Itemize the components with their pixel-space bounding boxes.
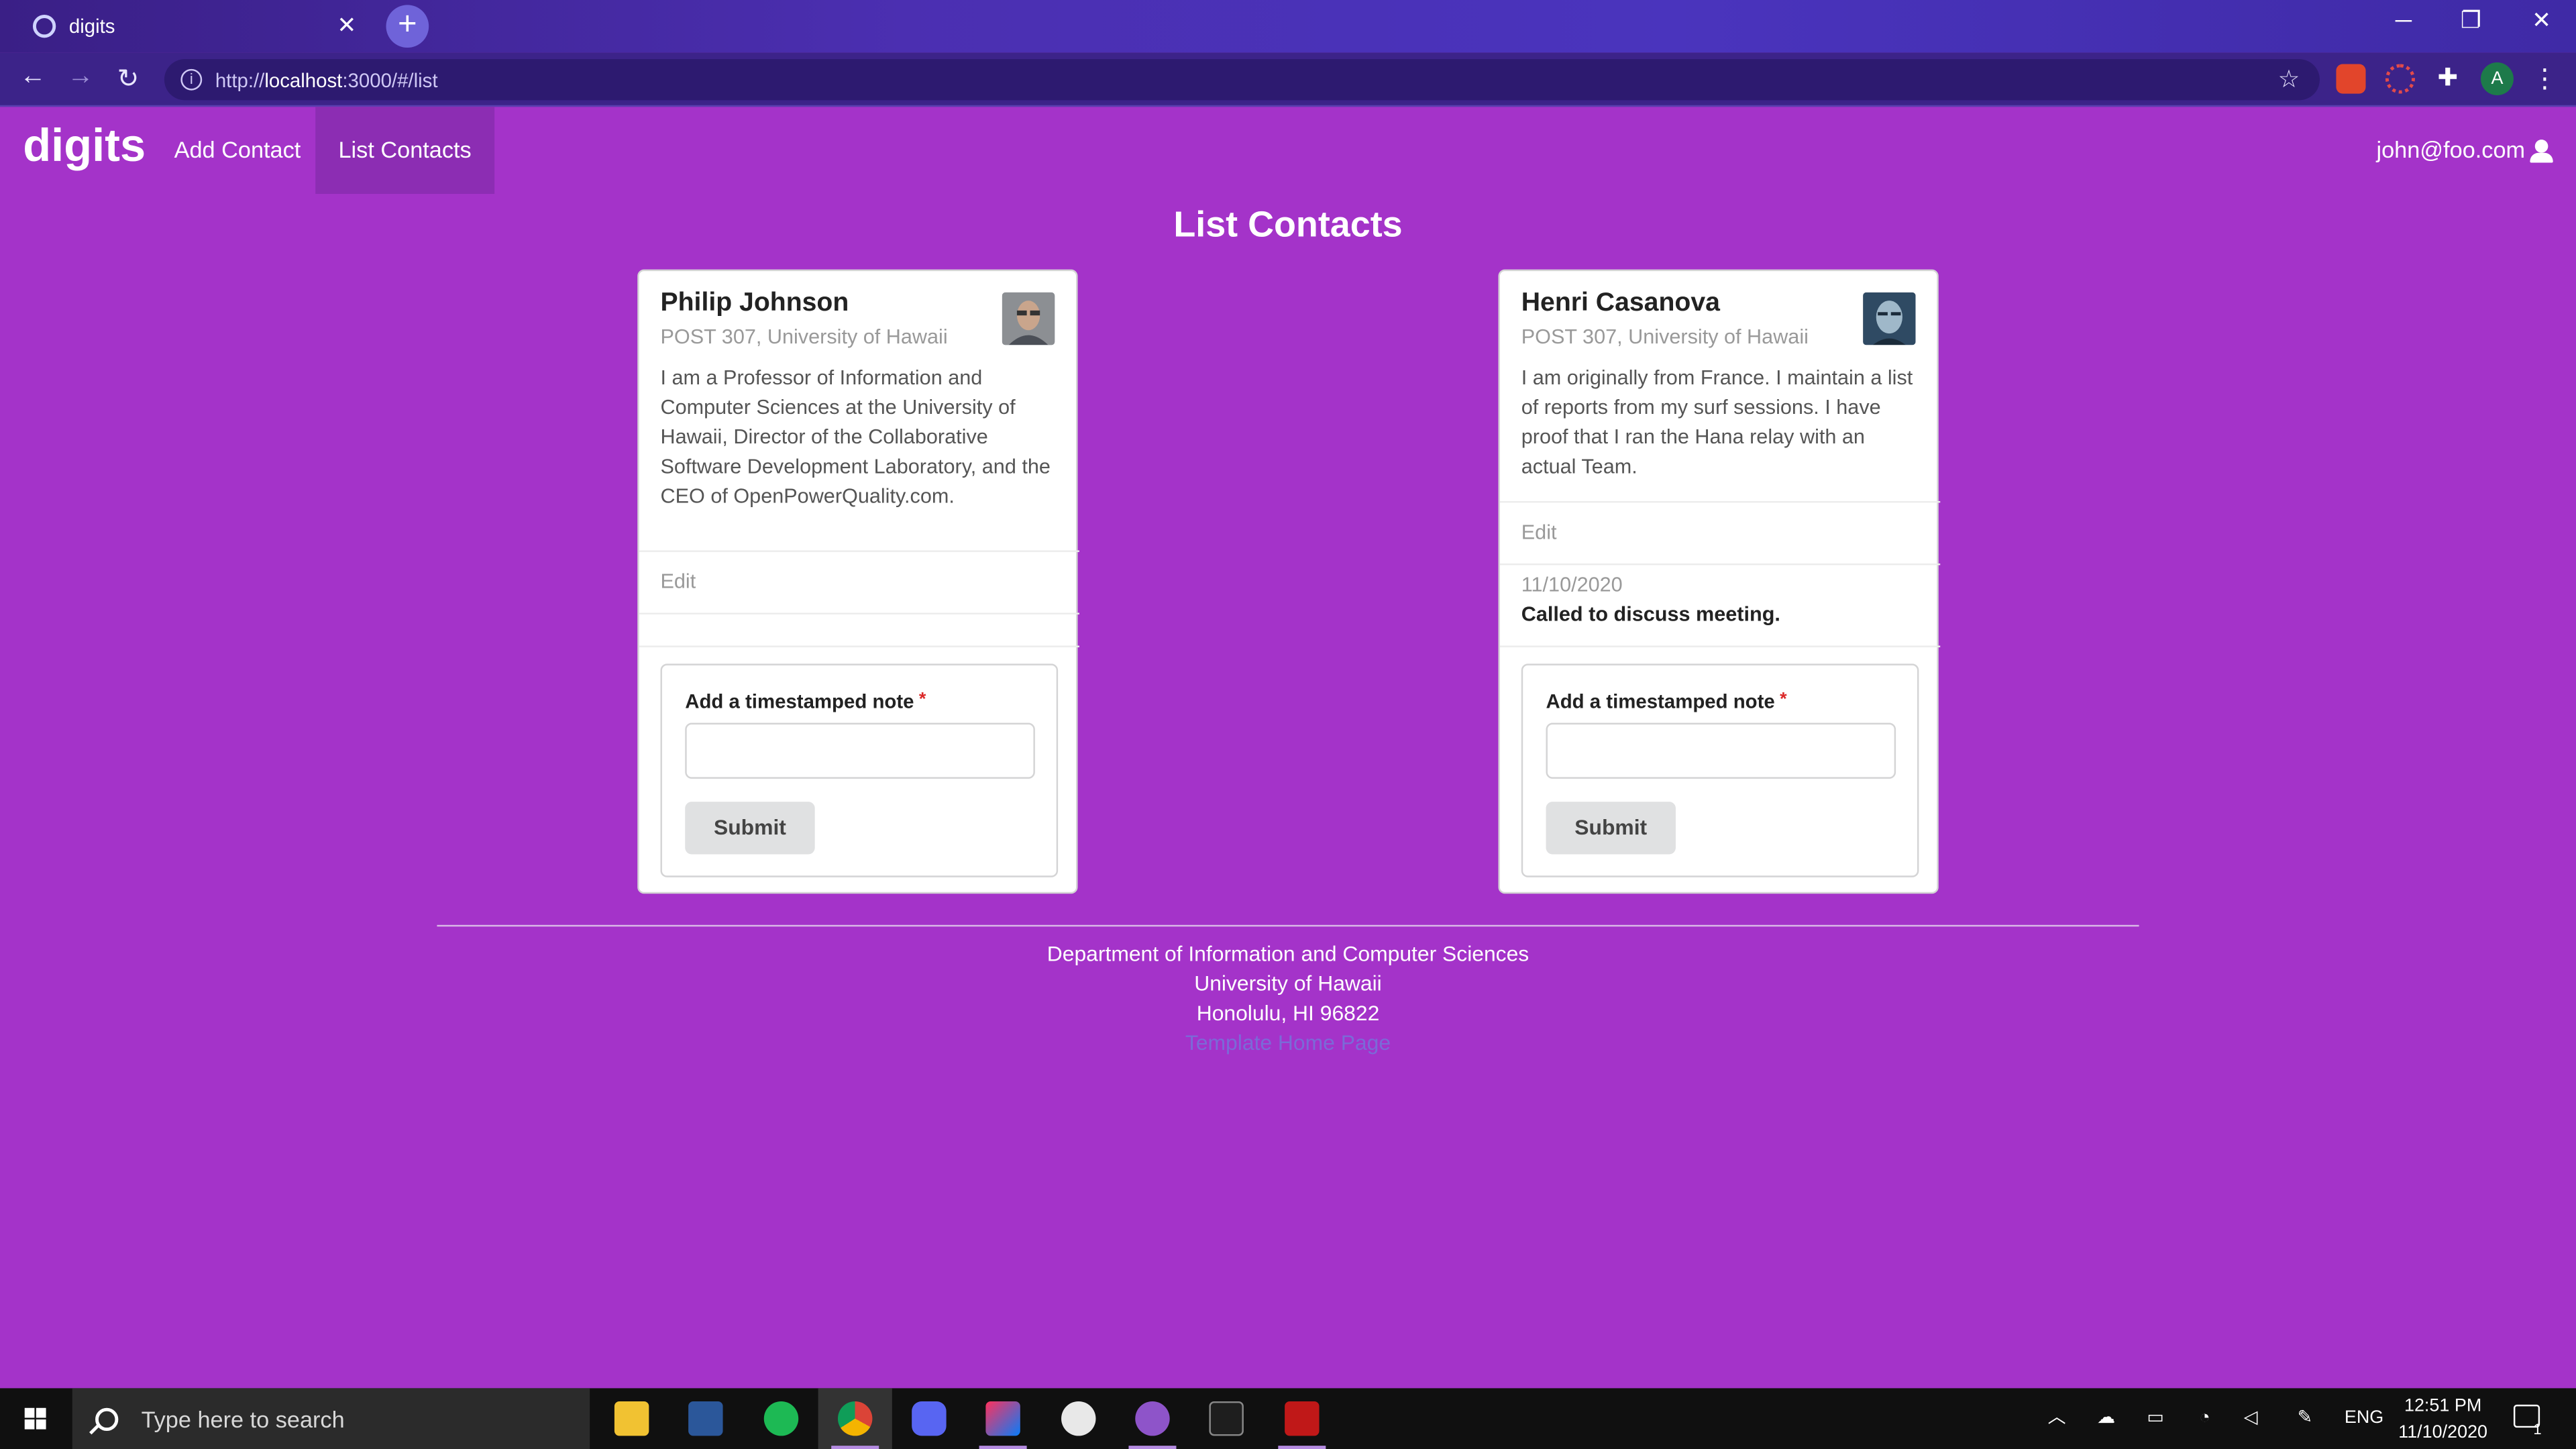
contact-photo bbox=[1863, 292, 1916, 345]
divider bbox=[639, 550, 1079, 552]
brand-logo[interactable]: digits bbox=[23, 120, 146, 172]
contact-address: POST 307, University of Hawaii bbox=[1521, 325, 1809, 349]
app-navbar: digits Add Contact List Contacts john@fo… bbox=[0, 107, 2576, 194]
template-home-link[interactable]: Template Home Page bbox=[0, 1028, 2576, 1058]
divider bbox=[639, 645, 1079, 647]
menu-add-contact[interactable]: Add Contact bbox=[151, 107, 323, 194]
browser-tab[interactable]: digits ✕ bbox=[13, 0, 378, 52]
clock-date: 11/10/2020 bbox=[2398, 1422, 2488, 1443]
url-text: http://localhost:3000/#/list bbox=[215, 68, 438, 91]
windows-logo-icon bbox=[24, 1407, 46, 1430]
close-window-button[interactable]: ✕ bbox=[2518, 7, 2565, 35]
clock-time: 12:51 PM bbox=[2404, 1396, 2482, 1417]
divider bbox=[1499, 564, 1941, 566]
reload-icon[interactable]: ↻ bbox=[110, 62, 146, 95]
wifi-icon[interactable]: ◔ bbox=[2188, 1388, 2221, 1449]
browser-toolbar: ← → ↻ i http://localhost:3000/#/list ☆ ✚ bbox=[0, 52, 2576, 107]
site-info-icon[interactable]: i bbox=[180, 68, 203, 91]
edit-link[interactable]: Edit bbox=[1521, 521, 1557, 543]
taskbar-clock[interactable]: 12:51 PM 11/10/2020 bbox=[2385, 1393, 2500, 1446]
taskbar-app-file-explorer[interactable] bbox=[595, 1388, 669, 1449]
taskbar-app-terminal[interactable] bbox=[1189, 1388, 1263, 1449]
divider bbox=[1499, 645, 1941, 647]
battery-icon[interactable]: ▭ bbox=[2139, 1388, 2172, 1449]
extension-dots-icon[interactable] bbox=[2385, 64, 2416, 94]
pen-icon[interactable]: ✎ bbox=[2288, 1388, 2321, 1449]
edit-link[interactable]: Edit bbox=[660, 570, 696, 593]
new-tab-button[interactable]: + bbox=[386, 5, 429, 48]
volume-icon[interactable]: ◁ bbox=[2235, 1388, 2267, 1449]
footer-city: Honolulu, HI 96822 bbox=[1196, 1000, 1380, 1026]
contact-description: I am originally from France. I maintain … bbox=[1521, 366, 1913, 478]
footer: Department of Information and Computer S… bbox=[0, 940, 2576, 1058]
user-icon bbox=[2530, 138, 2553, 162]
taskbar-app-clock[interactable] bbox=[1042, 1388, 1116, 1449]
minimize-button[interactable]: ─ bbox=[2381, 7, 2427, 33]
forward-arrow-icon[interactable]: → bbox=[62, 62, 99, 92]
contact-card: Henri Casanova POST 307, University of H… bbox=[1498, 269, 1941, 894]
contact-description: I am a Professor of Information and Comp… bbox=[660, 366, 1051, 508]
browser-tab-bar: digits ✕ + ─ ❐ ✕ bbox=[0, 0, 2576, 53]
taskbar-app-intellij[interactable] bbox=[966, 1388, 1040, 1449]
contact-card: Philip Johnson POST 307, University of H… bbox=[637, 269, 1079, 894]
menu-list-contacts[interactable]: List Contacts bbox=[315, 107, 494, 194]
user-email: john@foo.com bbox=[2376, 136, 2526, 163]
submit-button[interactable]: Submit bbox=[685, 802, 815, 855]
contact-photo bbox=[1002, 292, 1055, 345]
add-note-form: Add a timestamped note * Submit bbox=[1521, 663, 1919, 877]
note-input[interactable] bbox=[1546, 722, 1896, 779]
extension-red-icon[interactable] bbox=[2336, 64, 2366, 94]
contact-name: Henri Casanova bbox=[1521, 289, 1720, 317]
tray-chevron-icon[interactable]: ︿ bbox=[2042, 1388, 2072, 1449]
site-favicon-icon bbox=[32, 15, 56, 38]
taskbar-app-mcafee[interactable] bbox=[1265, 1388, 1339, 1449]
note-field-label: Add a timestamped note * bbox=[1546, 690, 1787, 713]
submit-button[interactable]: Submit bbox=[1546, 802, 1676, 855]
taskbar-app-github-desktop[interactable] bbox=[1116, 1388, 1189, 1449]
taskbar-app-discord[interactable] bbox=[892, 1388, 966, 1449]
required-marker: * bbox=[918, 690, 926, 710]
tab-close-icon[interactable]: ✕ bbox=[332, 11, 362, 40]
contact-name: Philip Johnson bbox=[660, 289, 849, 317]
taskbar-app-word[interactable] bbox=[669, 1388, 743, 1449]
notification-count: 1 bbox=[2533, 1421, 2542, 1438]
footer-department: Department of Information and Computer S… bbox=[1046, 941, 1529, 967]
tab-title: digits bbox=[68, 15, 115, 38]
taskbar-app-spotify[interactable] bbox=[744, 1388, 818, 1449]
back-arrow-icon[interactable]: ← bbox=[15, 62, 51, 92]
note-input[interactable] bbox=[685, 722, 1035, 779]
start-button[interactable] bbox=[0, 1388, 72, 1449]
divider bbox=[639, 612, 1079, 614]
bookmark-star-icon[interactable]: ☆ bbox=[2278, 64, 2300, 94]
page-title: List Contacts bbox=[1173, 203, 1403, 245]
profile-avatar[interactable]: A bbox=[2480, 62, 2514, 96]
address-bar[interactable]: i http://localhost:3000/#/list ☆ bbox=[164, 59, 2320, 101]
contact-address: POST 307, University of Hawaii bbox=[660, 325, 948, 349]
language-indicator[interactable]: ENG bbox=[2339, 1388, 2388, 1449]
note-field-label: Add a timestamped note * bbox=[685, 690, 926, 713]
browser-menu-icon[interactable]: ⋮ bbox=[2532, 62, 2558, 95]
search-icon bbox=[95, 1407, 119, 1430]
user-menu[interactable]: john@foo.com bbox=[2376, 107, 2553, 194]
taskbar: Type here to search ︿ ☁ ▭ ◔ ◁ ✎ ENG 12:5… bbox=[0, 1388, 2576, 1449]
screen: digits ✕ + ─ ❐ ✕ ← → ↻ i http://localhos… bbox=[0, 0, 2576, 1449]
restore-button[interactable]: ❐ bbox=[2448, 7, 2494, 35]
note-text: Called to discuss meeting. bbox=[1521, 602, 1780, 627]
onedrive-cloud-icon[interactable]: ☁ bbox=[2090, 1388, 2123, 1449]
taskbar-search[interactable]: Type here to search bbox=[72, 1388, 590, 1449]
footer-divider bbox=[437, 924, 2139, 927]
search-placeholder: Type here to search bbox=[141, 1405, 345, 1432]
note-date: 11/10/2020 bbox=[1521, 573, 1623, 596]
add-note-form: Add a timestamped note * Submit bbox=[660, 663, 1059, 877]
required-marker: * bbox=[1780, 690, 1787, 710]
footer-university: University of Hawaii bbox=[1194, 971, 1382, 996]
taskbar-app-chrome[interactable] bbox=[818, 1388, 892, 1449]
extensions-puzzle-icon[interactable]: ✚ bbox=[2433, 64, 2463, 94]
divider bbox=[1499, 500, 1941, 503]
